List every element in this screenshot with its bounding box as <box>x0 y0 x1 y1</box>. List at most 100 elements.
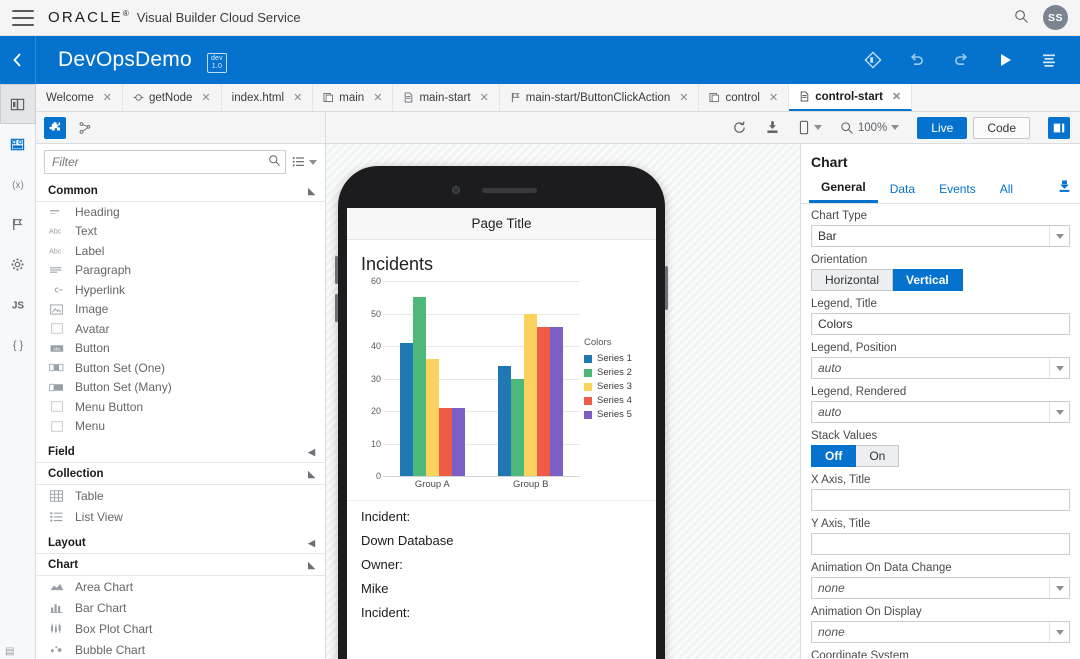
list-view-icon[interactable] <box>292 155 317 169</box>
tab-main-start[interactable]: main-start ✕ <box>393 84 500 111</box>
tab-control[interactable]: control ✕ <box>699 84 790 111</box>
legend-rendered-select[interactable]: auto <box>811 401 1070 423</box>
tab-index-html[interactable]: index.html ✕ <box>221 84 314 111</box>
undo-icon[interactable] <box>908 51 926 69</box>
tab-main-start-buttonclickaction[interactable]: main-start/ButtonClickAction ✕ <box>499 84 700 111</box>
animation-data-change-select[interactable]: none <box>811 577 1070 599</box>
chart-component[interactable]: Incidents 60 50 40 30 20 10 0 Group A Gr… <box>347 240 656 498</box>
palette-item-list-view[interactable]: List View <box>36 506 325 527</box>
palette-item-table[interactable]: Table <box>36 485 325 506</box>
palette-item-area-chart[interactable]: Area Chart <box>36 576 325 597</box>
phone-screen[interactable]: Page Title Incidents 60 50 40 30 20 10 0… <box>347 208 656 659</box>
palette-item-avatar[interactable]: Avatar <box>36 319 325 339</box>
list-item: Incident: <box>361 605 411 620</box>
tab-events[interactable]: Events <box>927 178 988 202</box>
pin-icon[interactable] <box>1057 179 1072 201</box>
tab-label: Welcome <box>46 91 94 104</box>
chevron-down-icon[interactable] <box>1049 402 1069 422</box>
structure-icon[interactable] <box>74 117 96 139</box>
panel-toggle-icon[interactable] <box>1048 116 1070 139</box>
palette-item-button[interactable]: Abc Button <box>36 339 325 359</box>
stack-on-button[interactable]: On <box>856 445 900 467</box>
stack-off-button[interactable]: Off <box>811 445 857 467</box>
close-icon[interactable]: ✕ <box>679 91 688 104</box>
sidebar-item-json[interactable]: { } <box>0 324 36 364</box>
import-icon[interactable] <box>765 120 780 135</box>
code-button[interactable]: Code <box>973 116 1030 139</box>
close-icon[interactable]: ✕ <box>769 91 778 104</box>
tab-welcome[interactable]: Welcome ✕ <box>36 84 123 111</box>
palette-item-button-set-many[interactable]: Button Set (Many) <box>36 378 325 398</box>
avatar[interactable]: SS <box>1043 5 1068 30</box>
palette-item-bubble-chart[interactable]: Bubble Chart <box>36 639 325 659</box>
tab-main[interactable]: main ✕ <box>313 84 394 111</box>
chevron-left-icon[interactable] <box>0 36 36 84</box>
puzzle-icon[interactable] <box>44 116 66 139</box>
palette-group-field[interactable]: Field ◀ <box>36 441 325 463</box>
palette-item-box-plot-chart[interactable]: Box Plot Chart <box>36 618 325 639</box>
chevron-down-icon[interactable] <box>1049 226 1069 246</box>
orientation-vertical-button[interactable]: Vertical <box>893 269 963 291</box>
chart-title: Incidents <box>361 254 434 274</box>
palette-item-button-set-one[interactable]: Button Set (One) <box>36 358 325 378</box>
run-icon[interactable] <box>996 51 1014 69</box>
tab-all[interactable]: All <box>988 178 1025 202</box>
palette-group-common[interactable]: Common ◣ <box>36 180 325 202</box>
palette-scroll[interactable]: Common ◣ Heading Abc Text Abc Label Para… <box>36 180 325 659</box>
palette-item-image[interactable]: Image <box>36 300 325 320</box>
close-icon[interactable]: ✕ <box>201 91 210 104</box>
palette-group-layout[interactable]: Layout ◀ <box>36 532 325 554</box>
search-icon[interactable] <box>1014 9 1029 27</box>
refresh-icon[interactable] <box>732 120 747 135</box>
search-input[interactable] <box>44 150 286 174</box>
tab-control-start[interactable]: control-start ✕ <box>789 84 913 111</box>
sidebar-item-variables[interactable]: (x) <box>0 164 36 204</box>
animation-display-select[interactable]: none <box>811 621 1070 643</box>
x-axis-title-input[interactable] <box>811 489 1070 511</box>
sidebar-item-flows[interactable] <box>0 204 36 244</box>
close-icon[interactable]: ✕ <box>293 91 302 104</box>
sidebar-item-page-designer[interactable] <box>0 84 36 124</box>
sidebar-item-settings[interactable] <box>0 244 36 284</box>
app-title-text: DevOpsDemo <box>58 47 192 71</box>
palette-item-bar-chart[interactable]: Bar Chart <box>36 597 325 618</box>
design-canvas[interactable]: Page Title Incidents 60 50 40 30 20 10 0… <box>326 144 800 659</box>
legend-title-input[interactable]: Colors <box>811 313 1070 335</box>
close-icon[interactable]: ✕ <box>480 91 489 104</box>
chevron-down-icon[interactable] <box>1049 578 1069 598</box>
legend-position-select[interactable]: auto <box>811 357 1070 379</box>
chevron-down-icon[interactable] <box>1049 358 1069 378</box>
device-selector[interactable] <box>798 120 822 135</box>
filter-field[interactable] <box>44 150 286 174</box>
chevron-down-icon[interactable] <box>1049 622 1069 642</box>
search-icon[interactable] <box>268 154 281 170</box>
palette-group-collection[interactable]: Collection ◣ <box>36 463 325 485</box>
palette-item-hyperlink[interactable]: Hyperlink <box>36 280 325 300</box>
live-button[interactable]: Live <box>917 116 968 139</box>
menu-icon[interactable] <box>1040 51 1058 69</box>
tab-data[interactable]: Data <box>878 178 927 202</box>
hamburger-icon[interactable] <box>12 9 34 26</box>
redo-icon[interactable] <box>952 51 970 69</box>
palette-group-chart[interactable]: Chart ◣ <box>36 554 325 576</box>
palette-item-heading[interactable]: Heading <box>36 202 325 222</box>
sidebar-item-javascript[interactable]: JS <box>0 284 36 324</box>
palette-item-label[interactable]: Abc Label <box>36 241 325 261</box>
close-icon[interactable]: ✕ <box>373 91 382 104</box>
orientation-horizontal-button[interactable]: Horizontal <box>811 269 894 291</box>
sidebar-item-web-apps[interactable] <box>0 124 36 164</box>
chart-type-select[interactable]: Bar <box>811 225 1070 247</box>
close-icon[interactable]: ✕ <box>892 90 901 103</box>
palette-item-menu-button[interactable]: Menu Button <box>36 397 325 417</box>
close-icon[interactable]: ✕ <box>103 91 112 104</box>
heading-icon <box>48 207 65 217</box>
zoom-control[interactable]: 100% <box>840 121 900 135</box>
tab-getnode[interactable]: getNode ✕ <box>122 84 222 111</box>
palette-item-paragraph[interactable]: Paragraph <box>36 261 325 281</box>
field-animation-on-data-change: Animation On Data Change none <box>811 562 1070 599</box>
palette-item-text[interactable]: Abc Text <box>36 222 325 242</box>
branch-icon[interactable] <box>864 51 882 69</box>
y-axis-title-input[interactable] <box>811 533 1070 555</box>
palette-item-menu[interactable]: Menu <box>36 417 325 437</box>
tab-general[interactable]: General <box>809 176 878 203</box>
